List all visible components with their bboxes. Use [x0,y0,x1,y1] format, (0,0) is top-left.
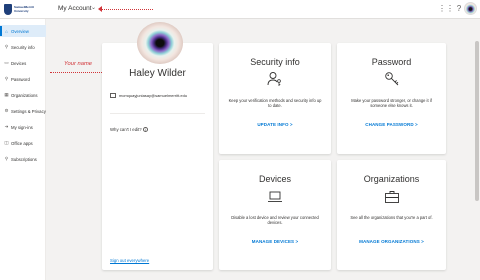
home-icon: ⌂ [5,28,8,34]
sidebar-item-label: Settings & Privacy [11,108,46,114]
user-key-icon [267,71,283,89]
card-description: Keep your verification methods and secur… [228,98,322,109]
laptop-icon: ▭ [4,60,9,65]
office-icon: ◫ [4,140,9,145]
card-title: Organizations [363,174,420,184]
sidebar-item-settings-privacy[interactable]: ⚙ Settings & Privacy [0,105,46,117]
sidebar-item-my-sign-ins[interactable]: ➜ My sign-ins [0,121,46,133]
scrollbar-thumb[interactable] [475,41,479,201]
sidebar-item-security-info[interactable]: ⚲ Security info [0,41,46,53]
info-icon[interactable]: i [142,127,148,133]
vertical-scrollbar[interactable] [474,19,480,280]
briefcase-icon [384,190,400,206]
university-logo[interactable]: SamuelMerritt University [4,3,44,16]
organizations-card: Organizations See all the organizations … [337,160,446,270]
app-title[interactable]: My Account [58,5,92,12]
sidebar-item-password[interactable]: ⚲ Password [0,73,46,85]
key-icon [384,71,400,89]
sidebar-item-label: Subscriptions [11,156,37,162]
sidebar-item-organizations[interactable]: ▦ Organizations [0,89,46,101]
logo-text: SamuelMerritt University [14,5,35,13]
annotation-redline [101,9,153,10]
sidebar-item-label: Devices [11,60,27,66]
sidebar-item-label: Office apps [11,140,33,146]
profile-email: mcmquayjuniasay@samuelmerritt.edu [119,93,188,98]
why-cant-edit[interactable]: Why can't I edit? i [110,127,148,133]
card-description: Make your password stronger, or change i… [351,98,432,109]
sidebar-item-label: Organizations [11,92,38,98]
key-icon: ⚲ [4,156,9,161]
why-cant-edit-label: Why can't I edit? [110,127,142,132]
change-password-link[interactable]: CHANGE PASSWORD > [337,122,446,127]
update-info-link[interactable]: UPDATE INFO > [219,122,331,127]
card-description: Disable a lost device and review your co… [231,215,319,226]
sidebar-item-label: Security info [11,44,35,50]
card-description: See all the organizations that you're a … [350,215,433,220]
key-icon: ⚲ [4,76,9,81]
card-title: Password [371,57,412,67]
sidebar-item-subscriptions[interactable]: ⚲ Subscriptions [0,153,46,165]
left-nav: ⌂ Overview ⚲ Security info ▭ Devices ⚲ P… [0,19,46,280]
sidebar-item-office-apps[interactable]: ◫ Office apps [0,137,46,149]
laptop-icon [267,190,283,206]
profile-card: Haley Wilder mcmquayjuniasay@samuelmerri… [102,43,213,270]
sidebar-item-label: My sign-ins [11,124,33,130]
sidebar-item-label: Overview [11,28,29,34]
header-icons: ⋮⋮ ? [438,4,464,14]
profile-avatar[interactable] [464,2,477,15]
password-card: Password Make your password stronger, or… [337,43,446,154]
sidebar-item-overview[interactable]: ⌂ Overview [0,25,46,37]
shield-logo-icon [4,4,12,15]
mail-icon [110,93,116,98]
sign-out-everywhere-link[interactable]: Sign out everywhere [110,258,149,263]
divider [110,113,205,114]
manage-devices-link[interactable]: MANAGE DEVICES > [219,239,331,244]
card-title: Devices [258,174,291,184]
key-svg [384,72,398,86]
top-bar: SamuelMerritt University My Account ⌄ ⋮⋮… [0,0,480,19]
briefcase-icon: ▦ [4,92,9,97]
signin-icon: ➜ [4,124,9,129]
briefcase-svg [384,191,399,203]
annotation-label: Your name [64,61,93,67]
security-icon: ⚲ [4,44,9,49]
help-icon[interactable]: ? [454,4,464,14]
manage-organizations-link[interactable]: MANAGE ORGANIZATIONS > [337,239,446,244]
gear-icon: ⚙ [4,108,9,113]
profile-name: Haley Wilder [129,68,186,79]
apps-icon[interactable]: ⋮⋮ [438,4,454,14]
user-key-svg [267,72,281,86]
security-info-card: Security info Keep your verification met… [219,43,331,154]
sidebar-item-devices[interactable]: ▭ Devices [0,57,46,69]
profile-photo[interactable] [137,22,183,64]
laptop-svg [268,191,282,202]
devices-card: Devices Disable a lost device and review… [219,160,331,270]
card-title: Security info [250,57,300,67]
chevron-down-icon[interactable]: ⌄ [91,4,96,11]
sidebar-item-label: Password [11,76,30,82]
